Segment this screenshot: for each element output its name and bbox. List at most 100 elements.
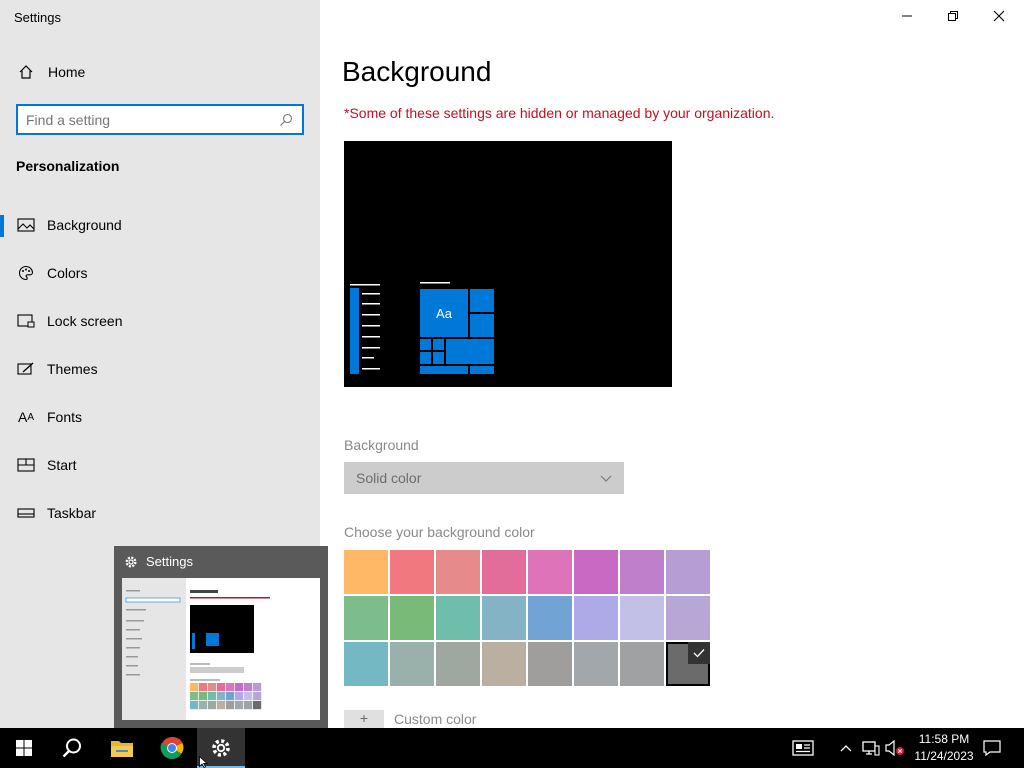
sidebar-item-label: Fonts	[47, 409, 83, 425]
sidebar-item-themes[interactable]: Themes	[0, 349, 320, 389]
color-swatch[interactable]	[436, 596, 480, 640]
show-hidden-icons-button[interactable]	[836, 728, 856, 768]
sidebar-item-label: Themes	[47, 361, 98, 377]
file-explorer-button[interactable]	[98, 728, 146, 768]
color-swatch[interactable]	[390, 642, 434, 686]
background-preview: Aa	[344, 141, 672, 387]
search-icon[interactable]	[278, 112, 294, 128]
clock-time: 11:58 PM	[918, 732, 970, 746]
image-icon	[16, 215, 36, 235]
color-swatch[interactable]	[482, 550, 526, 594]
palette-icon	[16, 263, 36, 283]
color-swatch[interactable]	[482, 642, 526, 686]
thumbnail-swatch	[235, 692, 244, 701]
restore-button[interactable]	[930, 0, 976, 32]
color-swatch[interactable]	[390, 550, 434, 594]
color-swatch[interactable]	[574, 596, 618, 640]
thumbnail-image	[122, 578, 320, 720]
sidebar-item-start[interactable]: Start	[0, 445, 320, 485]
restore-icon	[948, 11, 958, 21]
news-widget-button[interactable]	[786, 728, 820, 768]
sidebar-item-background[interactable]: Background	[0, 205, 320, 245]
thumbnail-swatch	[244, 692, 253, 701]
page-title: Background	[342, 56, 492, 87]
custom-color-label: Custom color	[394, 711, 477, 727]
color-swatch[interactable]	[436, 550, 480, 594]
thumbnail-swatch	[235, 683, 244, 692]
notification-icon	[983, 740, 1001, 756]
sidebar-item-label: Lock screen	[47, 313, 123, 329]
color-swatch[interactable]	[666, 642, 710, 686]
start-button[interactable]	[0, 728, 48, 768]
sidebar-item-label: Taskbar	[47, 505, 97, 521]
thumbnail-swatch	[235, 701, 244, 710]
color-swatch[interactable]	[666, 550, 710, 594]
search-box[interactable]	[16, 104, 304, 135]
network-icon	[862, 741, 880, 756]
thumbnail-swatch	[199, 683, 208, 692]
action-center-button[interactable]	[980, 728, 1004, 768]
thumbnail-swatch	[253, 683, 262, 692]
thumbnail-title: Settings	[124, 554, 193, 569]
background-type-dropdown[interactable]: Solid color	[344, 462, 624, 494]
thumbnail-swatch	[226, 692, 235, 701]
color-swatch[interactable]	[574, 550, 618, 594]
color-swatch[interactable]	[574, 642, 618, 686]
color-swatch[interactable]	[344, 596, 388, 640]
dropdown-value: Solid color	[356, 470, 422, 486]
minimize-button[interactable]	[884, 0, 930, 32]
fonts-icon-glyph: A	[17, 409, 28, 425]
themes-icon	[16, 359, 36, 379]
taskbar-icon	[16, 503, 36, 523]
fonts-icon: AA	[17, 409, 34, 425]
color-swatch[interactable]	[482, 596, 526, 640]
thumbnail-swatch	[199, 701, 208, 710]
color-swatch[interactable]	[528, 550, 572, 594]
search-input[interactable]	[26, 111, 278, 128]
thumbnail-swatch	[190, 692, 199, 701]
plus-icon: +	[344, 710, 384, 728]
color-swatch[interactable]	[528, 642, 572, 686]
color-swatch[interactable]	[620, 596, 664, 640]
sidebar-item-fonts[interactable]: AA Fonts	[0, 397, 320, 437]
managed-warning: *Some of these settings are hidden or ma…	[344, 105, 775, 121]
volume-muted-icon	[885, 740, 904, 756]
desktop-preview-graphic	[350, 282, 494, 374]
close-icon	[993, 10, 1005, 22]
sidebar-item-taskbar[interactable]: Taskbar	[0, 493, 320, 533]
color-swatch[interactable]	[528, 596, 572, 640]
color-swatch[interactable]	[620, 550, 664, 594]
window-controls	[884, 0, 1024, 32]
home-nav-item[interactable]: Home	[16, 62, 85, 82]
taskbar: 11:58 PM 11/24/2023	[0, 728, 1024, 768]
sidebar-item-lock-screen[interactable]: Lock screen	[0, 301, 320, 341]
color-swatch[interactable]	[344, 642, 388, 686]
color-swatch[interactable]	[436, 642, 480, 686]
thumbnail-swatch	[190, 701, 199, 710]
chrome-button[interactable]	[148, 728, 196, 768]
taskbar-thumbnail-preview[interactable]: Settings	[114, 546, 328, 728]
network-button[interactable]	[860, 728, 882, 768]
color-swatch[interactable]	[666, 596, 710, 640]
app-title: Settings	[14, 10, 61, 25]
color-swatch[interactable]	[390, 596, 434, 640]
search-icon	[62, 738, 81, 758]
thumbnail-swatch	[226, 683, 235, 692]
clock-button[interactable]: 11:58 PM 11/24/2023	[908, 731, 980, 765]
close-button[interactable]	[976, 0, 1022, 32]
gear-icon	[212, 739, 230, 757]
thumbnail-swatch	[217, 701, 226, 710]
folder-icon	[111, 741, 133, 757]
color-swatch[interactable]	[344, 550, 388, 594]
color-swatch[interactable]	[620, 642, 664, 686]
sidebar-item-colors[interactable]: Colors	[0, 253, 320, 293]
news-icon	[792, 740, 814, 756]
gear-icon	[124, 555, 138, 569]
search-taskbar-button[interactable]	[48, 728, 96, 768]
volume-button[interactable]	[884, 728, 906, 768]
mouse-cursor-icon	[199, 756, 209, 768]
thumbnail-swatch	[217, 683, 226, 692]
thumbnail-swatch	[253, 701, 262, 710]
custom-color-button[interactable]: + Custom color	[344, 710, 476, 728]
chrome-icon	[160, 736, 184, 759]
